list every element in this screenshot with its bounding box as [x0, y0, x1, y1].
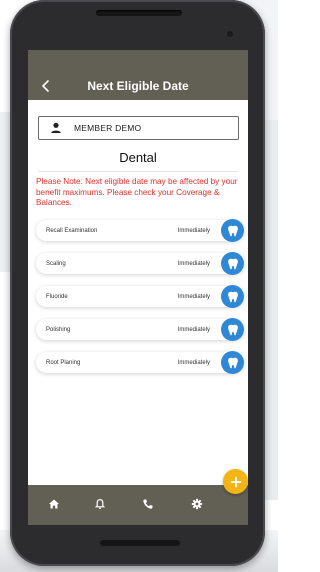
divider: [38, 171, 238, 172]
eligibility-status: Immediately: [177, 260, 210, 267]
app-screen: Next Eligible Date MEMBER DEMO Dental Pl…: [28, 50, 248, 525]
home-icon[interactable]: [47, 497, 61, 511]
eligibility-status: Immediately: [177, 359, 210, 366]
phone-icon[interactable]: [141, 497, 155, 511]
procedure-name: Root Planing: [46, 359, 81, 366]
section-title: Dental: [119, 150, 157, 165]
plus-icon[interactable]: [223, 469, 248, 494]
tooth-icon[interactable]: [221, 318, 244, 341]
tooth-icon[interactable]: [221, 219, 244, 242]
list-item[interactable]: Recall Examination Immediately: [36, 219, 244, 242]
bell-icon[interactable]: [93, 497, 107, 511]
procedure-name: Fluoride: [46, 293, 68, 300]
list-item[interactable]: Fluoride Immediately: [36, 285, 244, 308]
person-icon: [49, 121, 63, 135]
tooth-icon[interactable]: [221, 351, 244, 374]
gear-icon[interactable]: [190, 497, 204, 511]
front-camera: [227, 31, 233, 37]
list-item[interactable]: Polishing Immediately: [36, 318, 244, 341]
procedure-name: Recall Examination: [46, 227, 98, 234]
list-item[interactable]: Root Planing Immediately: [36, 351, 244, 374]
benefit-note: Please Note: Next eligible date may be a…: [36, 177, 238, 207]
earpiece-speaker: [96, 10, 182, 16]
procedure-name: Polishing: [46, 326, 71, 333]
bottom-speaker: [100, 540, 180, 546]
chevron-left-icon[interactable]: [39, 78, 53, 94]
phone-frame: Next Eligible Date MEMBER DEMO Dental Pl…: [10, 0, 265, 566]
eligibility-status: Immediately: [177, 326, 210, 333]
tooth-icon[interactable]: [221, 285, 244, 308]
page-title: Next Eligible Date: [87, 79, 189, 93]
eligibility-status: Immediately: [177, 227, 210, 234]
tooth-icon[interactable]: [221, 252, 244, 275]
member-selector[interactable]: MEMBER DEMO: [38, 116, 239, 140]
bottom-nav: [28, 485, 248, 525]
eligibility-status: Immediately: [177, 293, 210, 300]
member-name: MEMBER DEMO: [74, 123, 142, 133]
app-bar: Next Eligible Date: [28, 72, 248, 100]
status-bar: [28, 50, 248, 72]
list-item[interactable]: Scaling Immediately: [36, 252, 244, 275]
eligibility-list: Recall Examination Immediately Scaling I…: [36, 219, 244, 385]
procedure-name: Scaling: [46, 260, 66, 267]
